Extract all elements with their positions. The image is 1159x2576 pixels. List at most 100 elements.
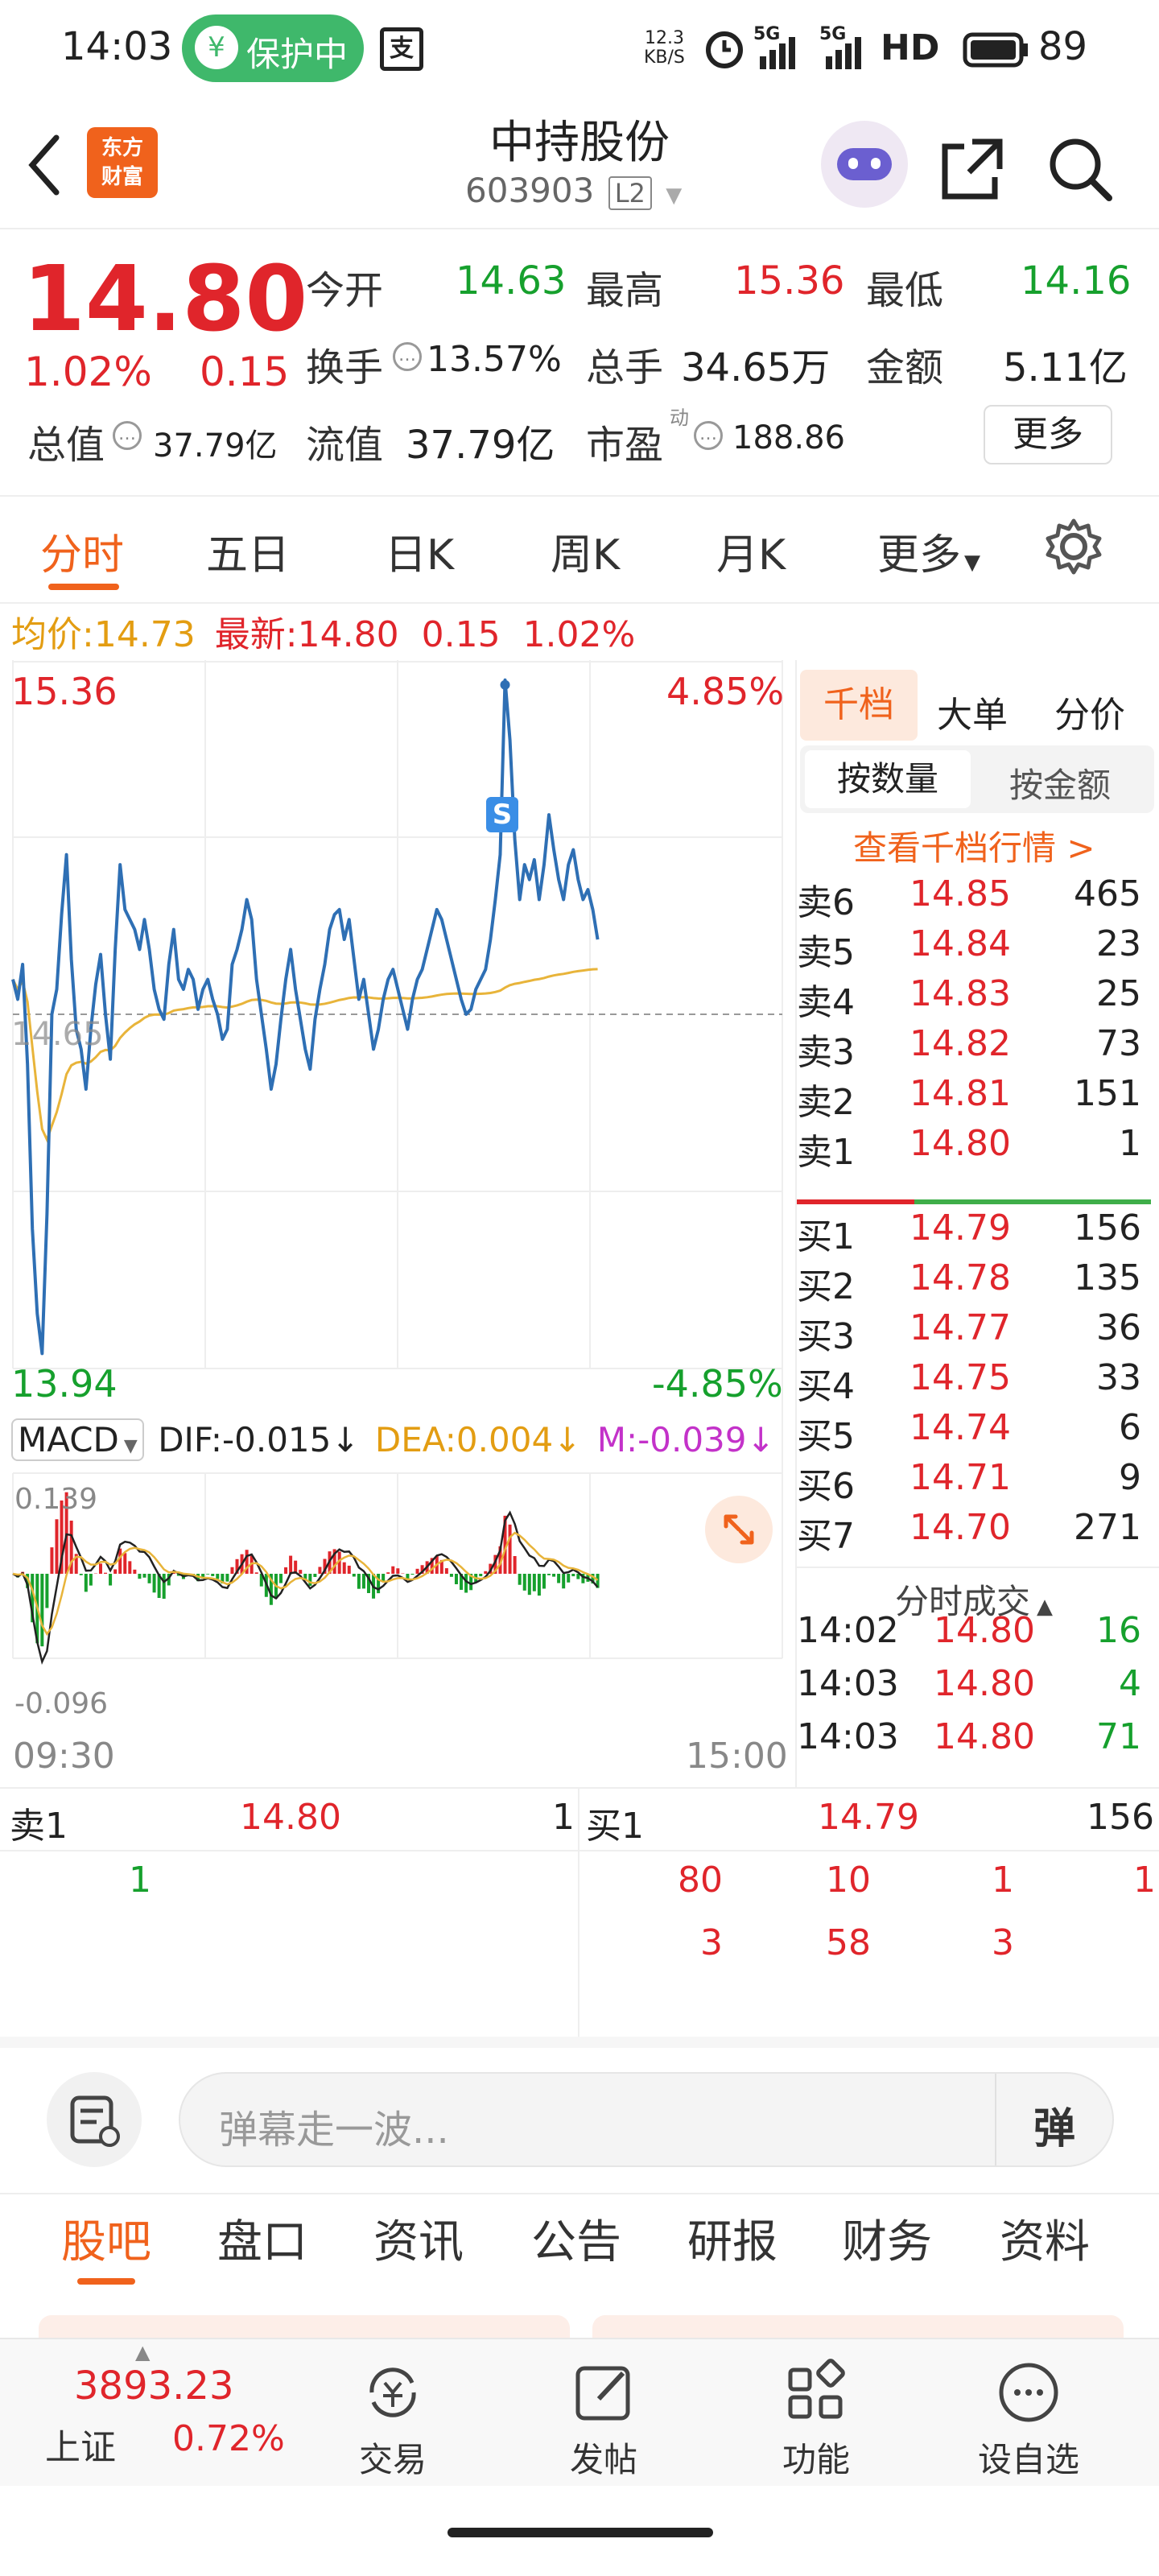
macd-bar xyxy=(547,1574,551,1575)
nav-post-label: 发帖 xyxy=(569,2440,637,2479)
volume-value: 34.65万 xyxy=(681,345,831,390)
macd-bar xyxy=(318,1567,322,1574)
view-full-depth-link[interactable]: 查看千档行情 > xyxy=(853,821,1095,870)
danmu-input[interactable]: 弹幕走一波... 弹 xyxy=(179,2072,1114,2167)
tab-by-amount[interactable]: 按金额 xyxy=(1009,758,1111,807)
eastmoney-logo[interactable]: 东方 财富 xyxy=(87,127,158,198)
stock-code-selector[interactable]: 603903 L2 ▼ xyxy=(465,171,682,216)
ask-volume: 465 xyxy=(1074,873,1141,914)
bid-volume: 271 xyxy=(1074,1507,1141,1548)
danmu-placeholder: 弹幕走一波... xyxy=(219,2107,449,2153)
nav-post[interactable]: 发帖 xyxy=(523,2359,684,2482)
tab-pankou[interactable]: 盘口 xyxy=(217,2206,307,2271)
latest-value: 14.80 xyxy=(297,614,399,655)
more-button[interactable]: 更多 xyxy=(984,405,1112,464)
macd-bar xyxy=(464,1574,468,1593)
nav-add-watchlist[interactable]: 设自选 xyxy=(948,2359,1109,2482)
ask-price: 14.83 xyxy=(909,973,1011,1014)
bid-price: 14.78 xyxy=(909,1257,1011,1298)
macd-bar xyxy=(391,1566,395,1574)
event-marker[interactable]: S xyxy=(486,797,518,832)
info-icon[interactable]: … xyxy=(113,421,142,450)
macd-bar xyxy=(98,1563,102,1574)
tab-by-volume[interactable]: 按数量 xyxy=(805,750,971,808)
trade-price: 14.80 xyxy=(934,1663,1035,1704)
bid-row: 买5 14.74 6 xyxy=(797,1407,1151,1457)
macd-header: MACD ▼ DIF:-0.015↓ DEA:0.004↓ M:-0.039↓ xyxy=(11,1418,775,1463)
tab-depth-1000[interactable]: 千档 xyxy=(800,670,918,741)
alarm-icon xyxy=(706,31,743,68)
ask-price: 14.84 xyxy=(909,923,1011,964)
expand-icon[interactable] xyxy=(705,1496,773,1563)
quote-panel: 14.80 1.02% 0.15 今开 14.63 最高 15.36 最低 14… xyxy=(0,231,1159,493)
tab-guba[interactable]: 股吧 xyxy=(61,2206,151,2271)
tab-weekly-k[interactable]: 周K xyxy=(551,521,620,581)
macd-bar xyxy=(410,1574,415,1575)
nav-watchlist-label: 设自选 xyxy=(977,2440,1079,2479)
comment-settings-icon[interactable] xyxy=(47,2072,142,2167)
ask-label: 卖4 xyxy=(797,982,855,1023)
queue-buy-order: 1 xyxy=(1133,1860,1156,1901)
macd-selector[interactable]: MACD ▼ xyxy=(11,1418,144,1461)
trade-volume: 4 xyxy=(1119,1663,1141,1704)
queue-sell-label: 卖1 xyxy=(10,1806,68,1847)
y-top-label: 15.36 xyxy=(11,670,118,713)
tab-big-orders[interactable]: 大单 xyxy=(937,686,1008,737)
macd-bar xyxy=(386,1572,390,1574)
tab-announcements[interactable]: 公告 xyxy=(531,2206,621,2271)
settings-gear-icon[interactable] xyxy=(1043,516,1104,577)
index-ticker[interactable]: ▲ 3893.23 上证 0.72% xyxy=(0,2338,290,2486)
bid-row: 买2 14.78 135 xyxy=(797,1257,1151,1307)
info-icon[interactable]: … xyxy=(393,342,422,371)
ai-assistant-icon[interactable] xyxy=(821,121,908,208)
macd-bar xyxy=(142,1574,146,1578)
tab-daily-k[interactable]: 日K xyxy=(385,521,454,581)
macd-bar xyxy=(527,1574,531,1596)
tab-news[interactable]: 资讯 xyxy=(373,2206,464,2271)
search-icon[interactable] xyxy=(1046,135,1114,203)
tab-finance[interactable]: 财务 xyxy=(842,2206,932,2271)
ask-label: 卖1 xyxy=(797,1132,855,1173)
stock-name: 中持股份 xyxy=(489,117,670,169)
protect-badge[interactable]: ¥ 保护中 xyxy=(182,14,364,82)
macd-bar xyxy=(537,1574,541,1596)
y-bottom-pct: -4.85% xyxy=(652,1362,783,1406)
macd-top-label: 0.139 xyxy=(14,1483,98,1516)
y-mid-label: 14.65 xyxy=(11,1016,104,1053)
macd-bar xyxy=(342,1562,346,1574)
back-icon[interactable] xyxy=(24,133,64,197)
ask-label: 卖2 xyxy=(797,1082,855,1123)
tab-more[interactable]: 更多 ▼ xyxy=(877,521,980,581)
bid-label: 买5 xyxy=(797,1416,855,1457)
caret-up-icon: ▲ xyxy=(135,2341,151,2363)
post-card-edge xyxy=(39,2315,570,2339)
ask-row: 卖3 14.82 73 xyxy=(797,1023,1151,1073)
tab-profile[interactable]: 资料 xyxy=(1000,2206,1090,2271)
trade-volume: 71 xyxy=(1096,1716,1141,1757)
danmu-toggle-icon[interactable]: 弹 xyxy=(1033,2095,1075,2155)
nav-trade[interactable]: 交易 xyxy=(312,2359,473,2482)
share-icon[interactable] xyxy=(940,137,1004,201)
tab-intraday[interactable]: 分时 xyxy=(40,521,124,581)
turnover-value: 13.57% xyxy=(427,339,562,380)
caret-down-icon: ▼ xyxy=(964,551,981,575)
price-peak-dot xyxy=(500,679,510,690)
latest-pct: 1.02% xyxy=(522,614,636,655)
macd-bar xyxy=(552,1574,556,1577)
macd-bottom-label: -0.096 xyxy=(14,1687,109,1720)
macd-bar xyxy=(513,1555,517,1574)
tab-price-breakdown[interactable]: 分价 xyxy=(1054,686,1125,737)
intraday-chart[interactable] xyxy=(0,660,797,1779)
tab-monthly-k[interactable]: 月K xyxy=(716,521,786,581)
macd-bar xyxy=(308,1574,312,1586)
info-icon[interactable]: … xyxy=(694,421,723,450)
bid-volume: 36 xyxy=(1096,1307,1141,1348)
change-amount: 0.15 xyxy=(200,349,290,395)
nav-function[interactable]: 功能 xyxy=(736,2359,897,2482)
macd-bar xyxy=(522,1574,526,1591)
macd-bar xyxy=(444,1568,448,1574)
level-badge: L2 xyxy=(608,176,652,210)
tab-research[interactable]: 研报 xyxy=(687,2206,777,2271)
volume-label: 总手 xyxy=(586,345,664,390)
tab-5day[interactable]: 五日 xyxy=(206,521,290,581)
